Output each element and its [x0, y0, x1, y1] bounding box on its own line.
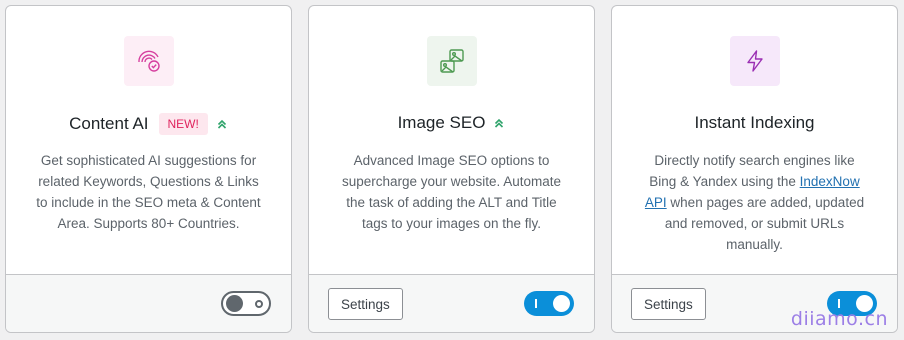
toggle-off-icon [255, 299, 263, 308]
content-ai-icon [123, 36, 174, 86]
module-description: Advanced Image SEO options to supercharg… [341, 153, 562, 231]
watermark: diiamo.cn [790, 308, 888, 330]
title-row: Content AI NEW! [6, 113, 291, 135]
title-row: Image SEO [309, 113, 594, 133]
toggle-knob [553, 295, 570, 312]
pro-chevron-icon [216, 118, 228, 130]
title-row: Instant Indexing [612, 113, 897, 133]
settings-button[interactable]: Settings [328, 288, 403, 320]
images-icon [426, 36, 477, 86]
toggle-on-icon [838, 299, 840, 308]
pro-chevron-icon [493, 117, 505, 129]
settings-button[interactable]: Settings [631, 288, 706, 320]
card-body: Instant Indexing Directly notify search … [612, 6, 897, 274]
module-description: Get sophisticated AI suggestions for rel… [36, 153, 261, 231]
toggle-knob [226, 295, 243, 312]
card-body: Image SEO Advanced Image SEO options to … [309, 6, 594, 274]
module-title: Instant Indexing [694, 113, 815, 132]
card-footer [6, 274, 291, 332]
module-title: Image SEO [397, 113, 486, 132]
card-body: Content AI NEW! Get sophisticated AI sug… [6, 6, 291, 274]
lightning-icon [729, 36, 780, 86]
card-footer: Settings [309, 274, 594, 332]
module-card-image-seo: Image SEO Advanced Image SEO options to … [308, 5, 595, 333]
module-description: Directly notify search engines like Bing… [640, 150, 869, 255]
module-title: Content AI [69, 114, 149, 133]
module-toggle[interactable] [524, 291, 574, 316]
description-text: when pages are added, updated and remove… [664, 195, 865, 252]
module-toggle[interactable] [221, 291, 271, 316]
toggle-on-icon [535, 299, 537, 308]
module-card-instant-indexing: Instant Indexing Directly notify search … [611, 5, 898, 333]
new-badge: NEW! [158, 113, 208, 135]
module-card-content-ai: Content AI NEW! Get sophisticated AI sug… [5, 5, 292, 333]
